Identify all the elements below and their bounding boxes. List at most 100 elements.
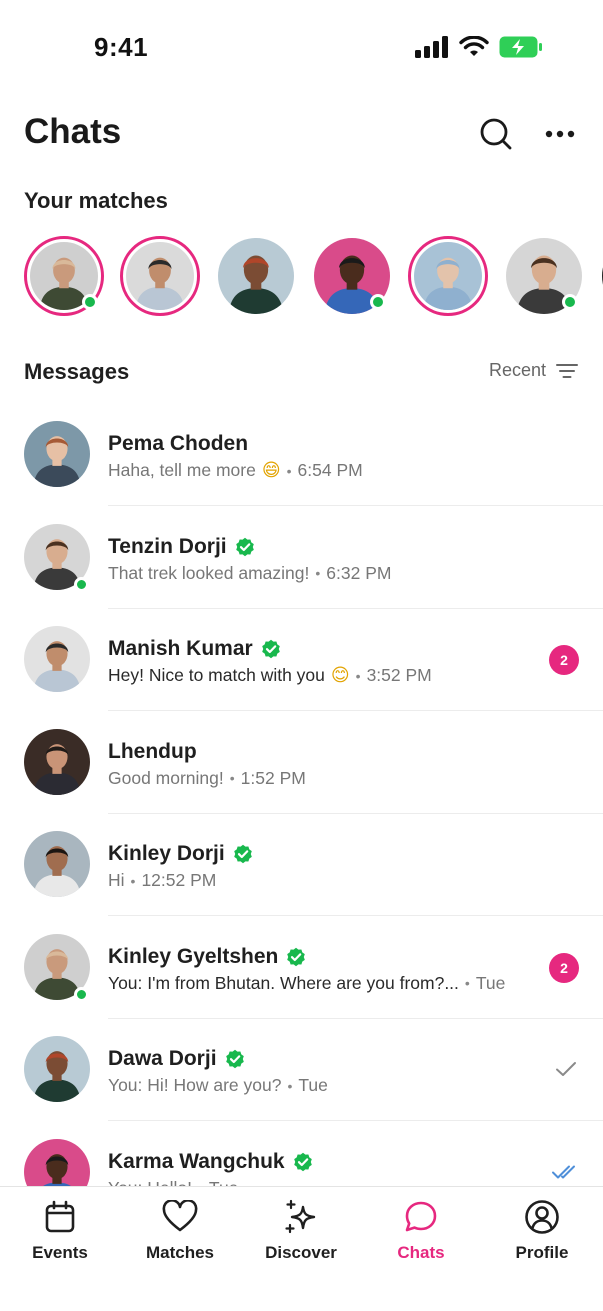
sent-check-icon [556, 1062, 576, 1076]
avatar [24, 1036, 90, 1102]
profile-photo [24, 728, 90, 795]
message-preview-line: That trek looked amazing! • 6:32 PM [108, 563, 391, 584]
sparkles-icon [283, 1199, 319, 1235]
online-indicator [74, 986, 89, 1002]
user-circle-icon [524, 1199, 560, 1235]
separator-dot: • [287, 1077, 293, 1094]
message-preview: That trek looked amazing! [108, 562, 310, 583]
message-time: Tue [475, 972, 506, 993]
status-icons [415, 36, 543, 58]
avatar [24, 421, 90, 487]
message-time: 1:52 PM [240, 767, 306, 788]
message-preview: Hi [108, 870, 125, 890]
nav-label: Events [32, 1243, 88, 1262]
page-title: Chats [24, 112, 122, 151]
avatar [24, 831, 90, 897]
nav-item-matches[interactable]: Matches [120, 1197, 240, 1277]
message-preview-line: Good morning! • 1:52 PM [108, 768, 306, 789]
profile-photo [414, 242, 482, 310]
conversation-row[interactable]: Manish Kumar Hey! Nice to match with you 😊… [0, 609, 603, 711]
nav-label: Matches [145, 1243, 215, 1262]
avatar [24, 728, 90, 795]
nav-item-discover[interactable]: Discover [241, 1197, 361, 1277]
match-avatar[interactable] [216, 236, 296, 316]
emoji: 😄 [261, 460, 281, 481]
message-preview: You: Hello! [108, 1178, 192, 1187]
name-line: Lhendup [108, 740, 197, 764]
chat-bubble-icon [403, 1199, 439, 1235]
avatar-image [218, 238, 294, 314]
matches-carousel[interactable] [24, 236, 603, 318]
more-options-button[interactable] [540, 114, 580, 154]
verified-badge-icon [287, 947, 306, 966]
avatar-image [414, 242, 482, 310]
search-button[interactable] [476, 114, 516, 154]
name-line: Pema Choden [108, 432, 248, 456]
message-preview: You: Hi! How are you? [108, 1075, 282, 1095]
message-preview: Haha, tell me more [108, 460, 256, 480]
conversation-row[interactable]: Tenzin Dorji That trek looked amazing! • 6:… [0, 507, 603, 609]
cellular-signal-icon [415, 36, 448, 58]
conversation-row[interactable]: Kinley Dorji Hi • 12:52 PM [0, 814, 603, 916]
unread-count-badge: 2 [549, 952, 579, 983]
online-indicator [370, 294, 386, 310]
message-time: 6:32 PM [326, 562, 392, 583]
separator-dot: • [355, 667, 361, 684]
conversation-row[interactable]: Pema Choden Haha, tell me more 😄 • 6:54 PM [0, 404, 603, 506]
messages-list[interactable]: Pema Choden Haha, tell me more 😄 • 6:54 PM Te… [0, 404, 603, 1186]
match-avatar[interactable] [24, 236, 104, 316]
online-indicator [74, 576, 89, 592]
name-line: Kinley Dorji [108, 842, 253, 866]
emoji: 😊 [330, 665, 350, 686]
online-indicator [82, 294, 98, 310]
avatar-image [126, 242, 194, 310]
name-line: Dawa Dorji [108, 1047, 245, 1071]
separator-dot: • [229, 770, 235, 786]
conversation-row[interactable]: Dawa Dorji You: Hi! How are you? • Tue [0, 1019, 603, 1121]
separator-dot: • [130, 872, 136, 889]
profile-photo [24, 421, 90, 487]
status-bar: 9:41 [0, 0, 603, 96]
message-time: 3:52 PM [366, 665, 432, 685]
message-preview-line: You: Hi! How are you? • Tue [108, 1075, 328, 1096]
message-preview-line: Hey! Nice to match with you 😊 • 3:52 PM [108, 665, 432, 686]
status-time: 9:41 [94, 32, 149, 62]
match-avatar[interactable] [120, 236, 200, 316]
contact-name: Dawa Dorji [108, 1047, 217, 1070]
contact-name: Lhendup [108, 739, 197, 763]
conversation-row[interactable]: Karma Wangchuk You: Hello!•Tue [0, 1122, 603, 1187]
nav-item-events[interactable]: Events [0, 1197, 120, 1277]
message-preview-line: Haha, tell me more 😄 • 6:54 PM [108, 460, 363, 481]
profile-photo [24, 831, 90, 897]
match-avatar[interactable] [408, 236, 488, 316]
conversation-row[interactable]: Kinley Gyeltshen You: I'm from Bhutan. Wh… [0, 917, 603, 1019]
nav-label: Discover [265, 1243, 337, 1262]
avatar [24, 626, 90, 692]
name-line: Kinley Gyeltshen [108, 945, 306, 969]
name-line: Karma Wangchuk [108, 1150, 313, 1174]
wifi-icon [459, 36, 489, 56]
verified-badge-icon [233, 844, 252, 864]
name-line: Tenzin Dorji [108, 535, 255, 559]
message-preview-line: Hi • 12:52 PM [108, 870, 216, 891]
verified-badge-icon [261, 639, 280, 659]
sort-button[interactable]: Recent [489, 360, 579, 381]
contact-name: Karma Wangchuk [108, 1149, 285, 1173]
match-avatar[interactable] [312, 236, 392, 316]
message-time: 6:54 PM [297, 460, 363, 480]
unread-count-badge: 2 [549, 645, 579, 675]
nav-item-chats[interactable]: Chats [361, 1197, 481, 1277]
conversation-row[interactable]: Lhendup Good morning! • 1:52 PM [0, 712, 603, 814]
message-preview: You: I'm from Bhutan. Where are you from… [108, 972, 459, 993]
profile-photo [218, 238, 294, 314]
matches-section-title: Your matches [24, 188, 168, 213]
heart-icon [162, 1199, 198, 1235]
calendar-icon [42, 1199, 78, 1235]
nav-item-profile[interactable]: Profile [482, 1197, 602, 1277]
verified-badge-icon [235, 537, 254, 556]
app-header: Chats [0, 104, 603, 164]
match-avatar[interactable] [504, 236, 584, 316]
name-line: Manish Kumar [108, 637, 281, 661]
sort-label: Recent [489, 360, 547, 380]
message-time: Tue [298, 1075, 328, 1095]
